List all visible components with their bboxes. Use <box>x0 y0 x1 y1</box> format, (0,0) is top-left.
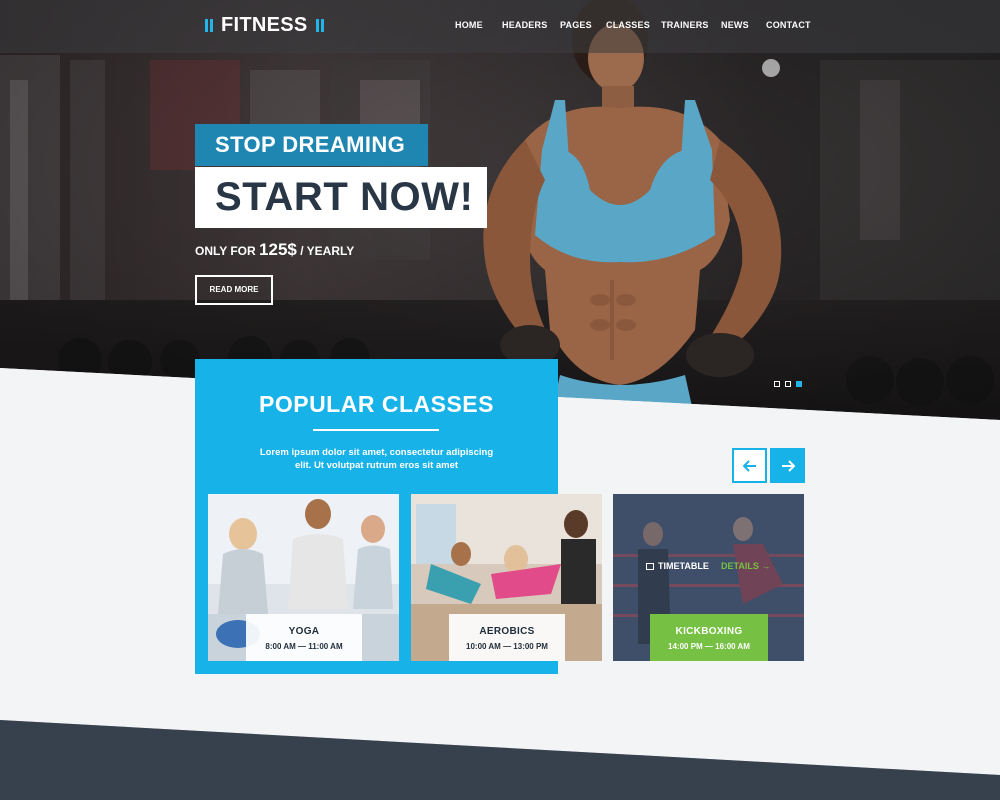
nav-item-classes[interactable]: CLASSES <box>606 20 650 30</box>
nav-item-pages[interactable]: PAGES <box>560 20 592 30</box>
popular-classes-description: Lorem ipsum dolor sit amet, consectetur … <box>259 447 494 471</box>
nav-item-news[interactable]: NEWS <box>721 20 749 30</box>
price-value: 125$ <box>259 240 297 259</box>
class-time: 14:00 PM — 16:00 AM <box>668 642 750 651</box>
class-card-yoga[interactable]: YOGA 8:00 AM — 11:00 AM <box>208 494 399 661</box>
brand-name: FITNESS <box>221 14 308 36</box>
class-name: YOGA <box>288 626 320 637</box>
timetable-label: TIMETABLE <box>658 561 709 571</box>
class-time: 8:00 AM — 11:00 AM <box>265 642 343 651</box>
top-navigation-bar: FITNESS HOME HEADERS PAGES CLASSES TRAIN… <box>0 0 1000 53</box>
class-card-aerobics[interactable]: AEROBICS 10:00 AM — 13:00 PM <box>411 494 602 661</box>
class-name: AEROBICS <box>479 626 535 637</box>
nav-item-contact[interactable]: CONTACT <box>766 20 811 30</box>
timetable-link[interactable]: TIMETABLE <box>646 561 709 571</box>
slider-pagination <box>774 381 802 387</box>
title-underline <box>313 429 439 431</box>
price-prefix: ONLY FOR <box>195 244 256 258</box>
price-suffix: / YEARLY <box>300 244 355 258</box>
hero-tagline: STOP DREAMING <box>195 124 428 166</box>
class-card-kickboxing[interactable]: TIMETABLE DETAILS → KICKBOXING 14:00 PM … <box>613 494 804 661</box>
nav-item-home[interactable]: HOME <box>455 20 483 30</box>
nav-item-headers[interactable]: HEADERS <box>502 20 547 30</box>
read-more-button[interactable]: READ MORE <box>195 275 273 305</box>
class-label-yoga: YOGA 8:00 AM — 11:00 AM <box>246 614 362 661</box>
logo-right-bars-icon <box>315 19 324 32</box>
slider-dot-2[interactable] <box>785 381 791 387</box>
previous-class-button[interactable] <box>732 448 767 483</box>
calendar-icon <box>646 562 654 570</box>
slider-dot-1[interactable] <box>774 381 780 387</box>
next-section-preview <box>0 720 1000 800</box>
nav-item-trainers[interactable]: TRAINERS <box>661 20 709 30</box>
hero-section: FITNESS HOME HEADERS PAGES CLASSES TRAIN… <box>0 0 1000 420</box>
class-label-kickboxing: KICKBOXING 14:00 PM — 16:00 AM <box>650 614 768 661</box>
hero-price: ONLY FOR 125$ / YEARLY <box>195 240 354 260</box>
logo-left-bars-icon <box>205 19 213 32</box>
class-name: KICKBOXING <box>675 626 743 637</box>
class-time: 10:00 AM — 13:00 PM <box>466 642 548 651</box>
athlete-image <box>483 0 782 420</box>
details-link[interactable]: DETAILS → <box>721 561 770 571</box>
class-label-aerobics: AEROBICS 10:00 AM — 13:00 PM <box>449 614 565 661</box>
next-class-button[interactable] <box>770 448 805 483</box>
arrow-right-icon <box>781 459 795 472</box>
arrow-left-icon <box>742 459 756 472</box>
slider-dot-3[interactable] <box>796 381 802 387</box>
brand-logo[interactable]: FITNESS <box>205 14 324 37</box>
popular-classes-title: POPULAR CLASSES <box>259 391 494 417</box>
hero-headline: START NOW! <box>195 167 487 228</box>
